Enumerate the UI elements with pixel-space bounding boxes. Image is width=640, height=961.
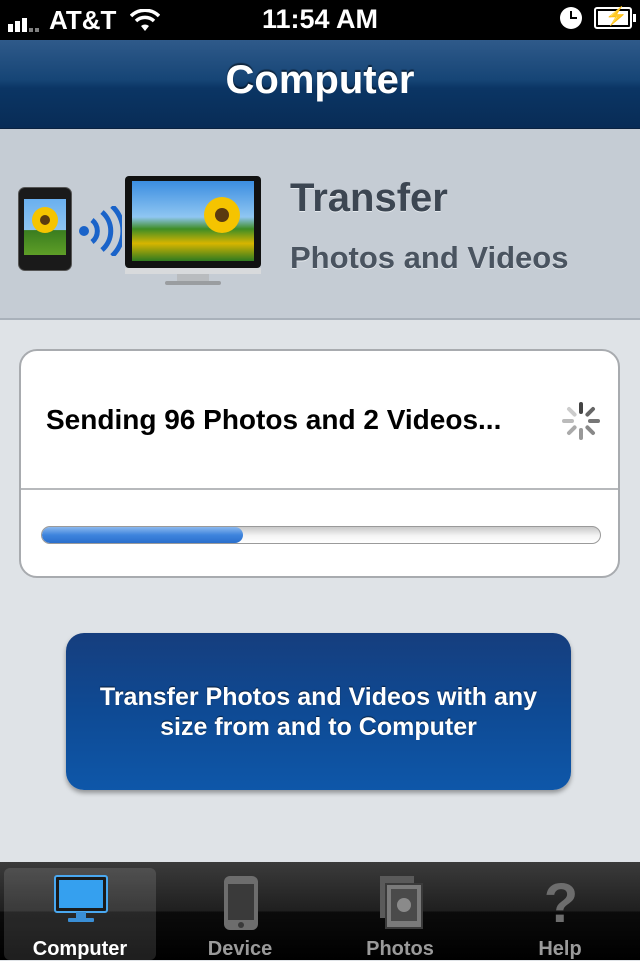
card-divider (21, 488, 618, 490)
loading-spinner-icon (562, 402, 600, 440)
wireless-signal-icon (79, 206, 122, 256)
tab-label: Computer (32, 938, 128, 960)
page-title: Computer (225, 58, 415, 102)
tab-computer[interactable]: Computer (4, 868, 156, 960)
sending-status-text: Sending 96 Photos and 2 Videos... (46, 404, 502, 435)
alarm-clock-icon (560, 7, 582, 29)
progress-bar (41, 526, 601, 544)
battery-icon: ⚡ (594, 6, 636, 29)
header-subtitle: Photos and Videos (290, 240, 569, 275)
tab-photos[interactable]: Photos (324, 868, 476, 960)
transfer-progress-card: Sending 96 Photos and 2 Videos... (19, 349, 620, 578)
header-title: Transfer (290, 176, 448, 220)
monitor-illustration-icon (125, 176, 261, 286)
transfer-info-button[interactable]: Transfer Photos and Videos with any size… (66, 633, 571, 790)
help-icon: ? (544, 874, 578, 932)
status-time: 11:54 AM (261, 4, 379, 34)
phone-illustration-icon (18, 187, 72, 271)
svg-text:?: ? (544, 874, 578, 932)
navigation-bar: Computer (0, 40, 640, 129)
monitor-icon (54, 875, 108, 922)
tab-bar: Computer Device Photos ? Help (0, 862, 640, 960)
transfer-info-button-label: Transfer Photos and Videos with any size… (99, 682, 538, 741)
tab-device[interactable]: Device (164, 868, 316, 960)
tab-label: Help (538, 938, 582, 960)
tab-label: Photos (366, 938, 434, 960)
tab-help[interactable]: ? Help (484, 868, 636, 960)
tab-label: Device (207, 938, 273, 960)
progress-bar-fill (42, 527, 243, 543)
photos-icon (380, 876, 423, 929)
phone-icon (224, 876, 258, 930)
status-bar: AT&T 11:54 AM ⚡ (0, 0, 640, 40)
